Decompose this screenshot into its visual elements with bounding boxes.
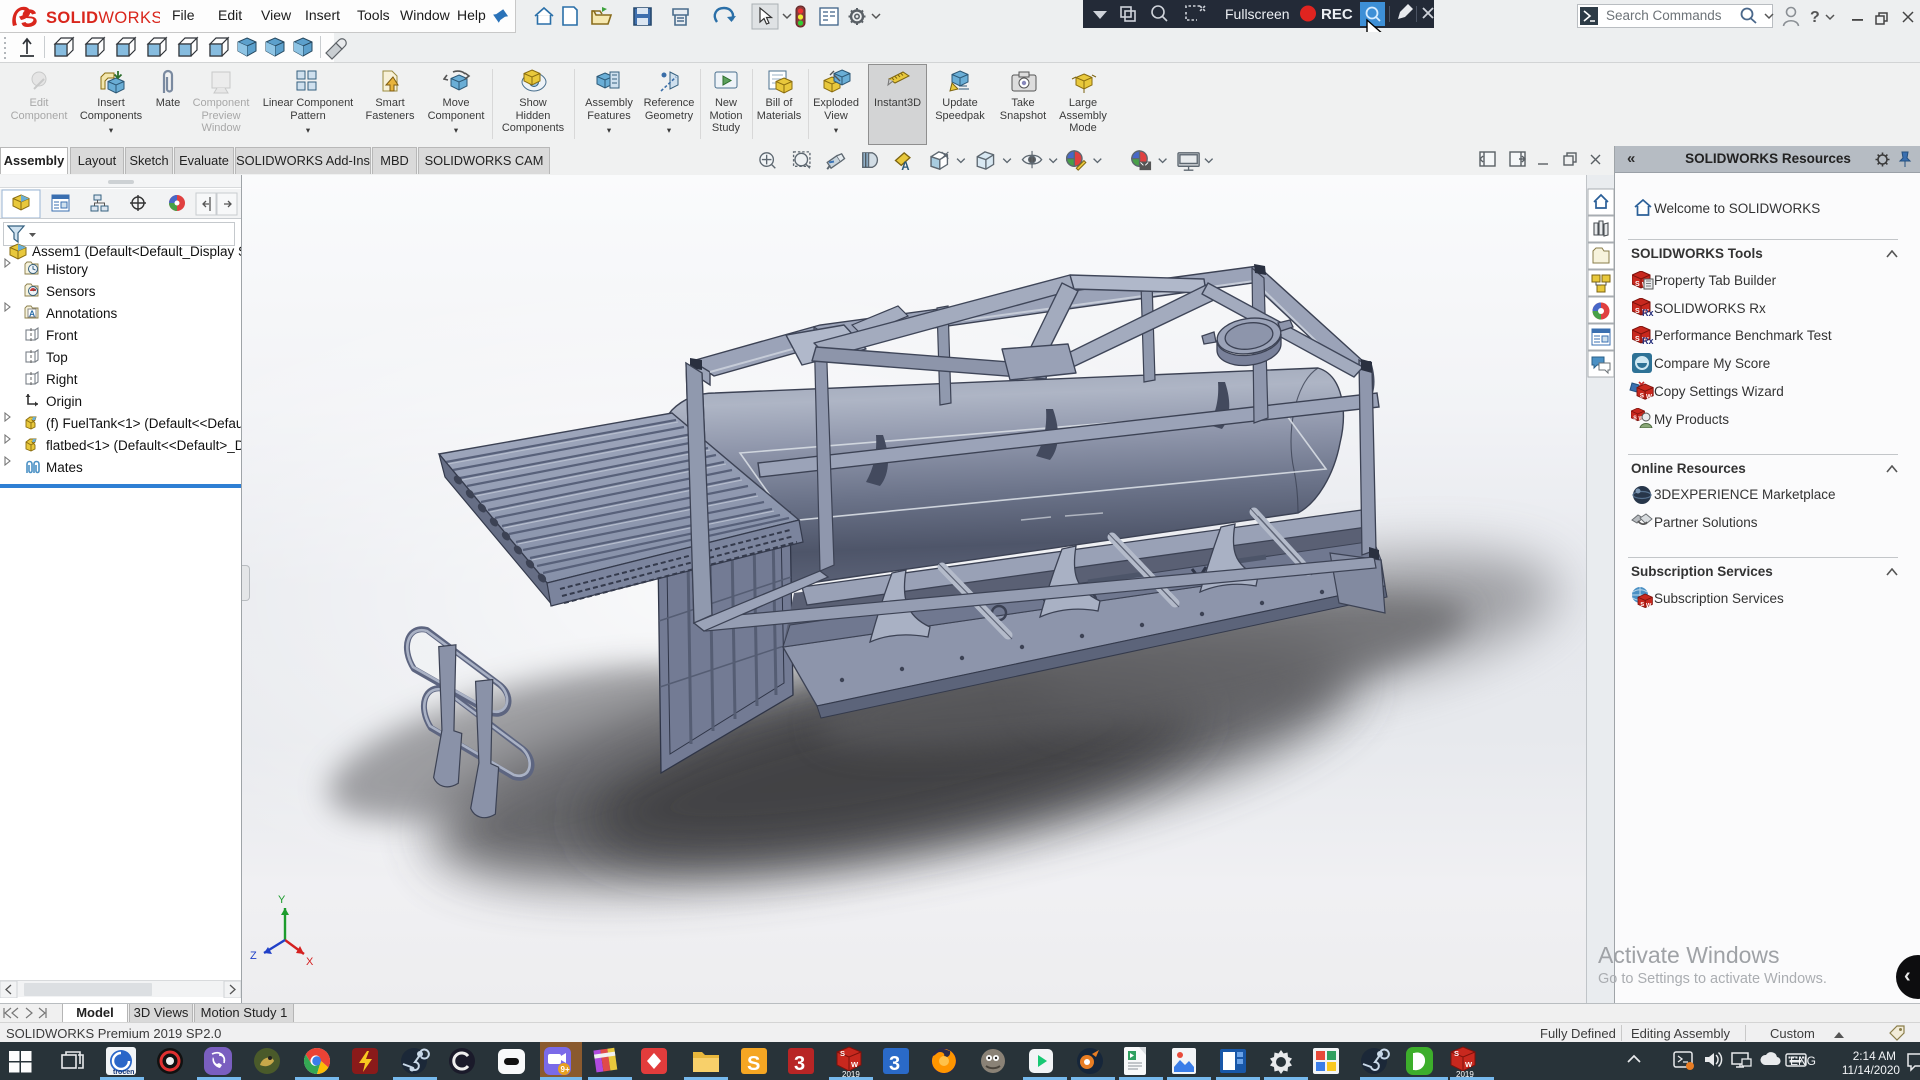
svg-text:Sensors: Sensors (46, 284, 96, 299)
svg-text:W: W (1465, 1060, 1473, 1069)
svg-text:S: S (1454, 1049, 1459, 1058)
svg-text:11/14/2020: 11/14/2020 (1842, 1063, 1901, 1077)
svg-text:Z: Z (250, 950, 257, 962)
svg-text:History: History (46, 262, 88, 277)
svg-text:Assem1 (Default<Default_Displ: Assem1 (Default<Default_Display State- (32, 244, 241, 259)
svg-text:Y: Y (278, 894, 286, 906)
svg-text:Right: Right (46, 372, 78, 387)
svg-text:Rx: Rx (1642, 336, 1654, 345)
svg-text:S: S (747, 1053, 760, 1075)
svg-text:2:14 AM: 2:14 AM (1853, 1049, 1896, 1063)
svg-text:3: 3 (794, 1053, 805, 1075)
svg-text:Fullscreen: Fullscreen (1225, 6, 1290, 22)
svg-text:W: W (851, 1060, 859, 1069)
svg-text:X: X (306, 956, 314, 968)
svg-text:flatbed<1> (Default<<Default>_: flatbed<1> (Default<<Default>_Disp (46, 438, 241, 453)
svg-text:A: A (29, 309, 35, 319)
svg-text:Annotations: Annotations (46, 306, 118, 321)
svg-text:SOLIDWORKS: SOLIDWORKS (46, 9, 160, 27)
svg-text:REC: REC (1321, 6, 1353, 23)
svg-text:(f) FuelTank<1> (Default<<Defa: (f) FuelTank<1> (Default<<Default> (46, 416, 241, 431)
svg-text:ENG: ENG (1790, 1054, 1816, 1068)
svg-text:9+: 9+ (561, 1065, 570, 1074)
svg-text:Mates: Mates (46, 460, 83, 475)
svg-text:trocen: trocen (113, 1069, 134, 1076)
svg-text:3: 3 (889, 1053, 900, 1075)
svg-text:?: ? (1810, 9, 1820, 26)
svg-text:Front: Front (46, 328, 78, 343)
svg-text:Origin: Origin (46, 394, 82, 409)
svg-text:Top: Top (46, 350, 68, 365)
svg-text:Rx: Rx (1642, 308, 1654, 317)
svg-text:A: A (901, 161, 910, 173)
svg-text:S: S (840, 1049, 845, 1058)
